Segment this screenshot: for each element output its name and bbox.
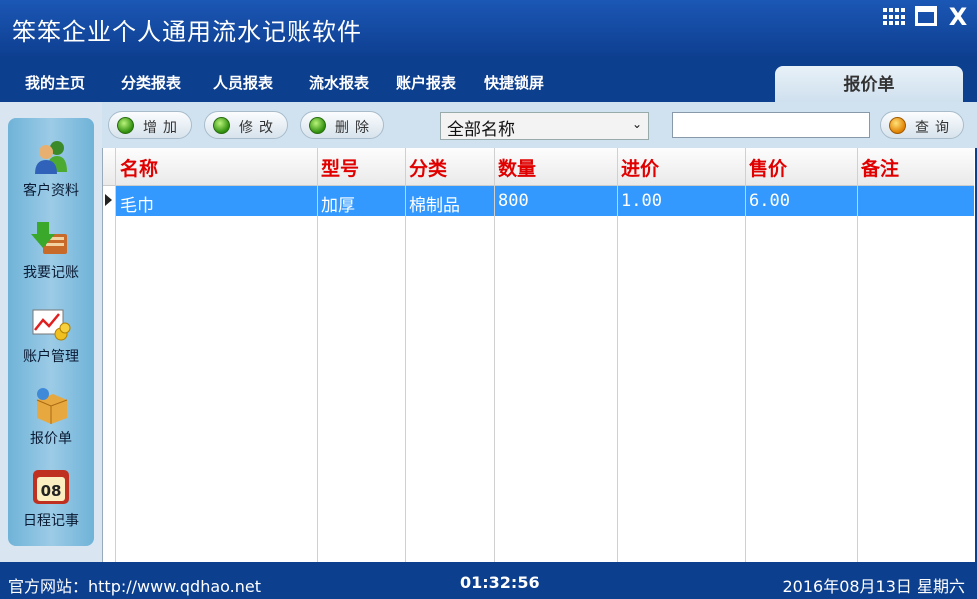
quote-box-icon <box>31 386 71 424</box>
green-dot-icon <box>213 117 230 134</box>
table-cell-quantity[interactable]: 800 <box>498 191 529 211</box>
sidebar: 客户资料 我要记账 账户管理 报价单 08 日程记事 <box>8 118 94 546</box>
calendar-icon: 08 <box>31 468 71 506</box>
customer-icon <box>31 138 71 176</box>
table-row[interactable] <box>115 186 974 216</box>
clock-time: 01:32:56 <box>460 573 540 592</box>
menu-item-flow-report[interactable]: 流水报表 <box>309 72 369 93</box>
add-button[interactable]: 增加 <box>108 111 192 139</box>
edit-button-label: 修改 <box>239 120 279 136</box>
column-header-model[interactable]: 型号 <box>321 154 359 181</box>
delete-button-label: 删除 <box>335 120 375 136</box>
menu-item-quick-lock[interactable]: 快捷锁屏 <box>484 72 544 93</box>
table-cell-model[interactable]: 加厚 <box>321 191 355 216</box>
query-button[interactable]: 查询 <box>880 111 964 139</box>
name-filter-select[interactable]: 全部名称 ⌄ <box>440 112 649 140</box>
delete-button[interactable]: 删除 <box>300 111 384 139</box>
column-divider <box>317 148 318 562</box>
sidebar-item-label: 报价单 <box>30 431 72 447</box>
maximize-icon[interactable] <box>915 6 937 26</box>
column-header-sale-price[interactable]: 售价 <box>749 154 787 181</box>
toolbar: 增加 修改 删除 全部名称 ⌄ 查询 <box>102 102 977 148</box>
menu-item-category-report[interactable]: 分类报表 <box>121 72 181 93</box>
quote-table: 名称 型号 分类 数量 进价 售价 备注 毛巾 加厚 棉制品 800 1.00 … <box>102 148 975 562</box>
column-header-name[interactable]: 名称 <box>120 154 158 181</box>
column-header-quantity[interactable]: 数量 <box>498 154 536 181</box>
menu-item-account-report[interactable]: 账户报表 <box>396 72 456 93</box>
sidebar-item-quote[interactable]: 报价单 <box>8 386 94 466</box>
sidebar-item-bookkeeping[interactable]: 我要记账 <box>8 220 94 300</box>
edit-button[interactable]: 修改 <box>204 111 288 139</box>
current-date: 2016年08月13日 星期六 <box>782 577 965 596</box>
tab-quote[interactable]: 报价单 <box>775 66 963 102</box>
account-chart-icon <box>31 304 71 342</box>
column-divider <box>745 148 746 562</box>
sidebar-item-label: 我要记账 <box>23 265 79 281</box>
column-header-category[interactable]: 分类 <box>409 154 447 181</box>
title-bar: 笨笨企业个人通用流水记账软件 X <box>0 0 977 56</box>
add-button-label: 增加 <box>143 120 183 136</box>
row-selector-icon <box>105 194 112 206</box>
window-controls: X <box>881 5 971 29</box>
column-divider <box>857 148 858 562</box>
bookkeeping-icon <box>31 220 71 258</box>
orange-dot-icon <box>889 117 906 134</box>
website-link[interactable]: 官方网站：http://www.qdhao.net <box>8 573 261 597</box>
green-dot-icon <box>309 117 326 134</box>
query-button-label: 查询 <box>915 120 955 136</box>
table-cell-category[interactable]: 棉制品 <box>409 191 460 216</box>
column-header-remarks[interactable]: 备注 <box>861 154 899 181</box>
sidebar-item-label: 账户管理 <box>23 349 79 365</box>
app-title: 笨笨企业个人通用流水记账软件 <box>12 18 362 46</box>
column-divider <box>617 148 618 562</box>
sidebar-item-schedule[interactable]: 08 日程记事 <box>8 468 94 548</box>
menu-grid-icon[interactable] <box>881 6 907 28</box>
sidebar-item-label: 日程记事 <box>23 513 79 529</box>
sidebar-item-label: 客户资料 <box>23 183 79 199</box>
menu-item-home[interactable]: 我的主页 <box>25 72 85 93</box>
sidebar-item-account-management[interactable]: 账户管理 <box>8 304 94 384</box>
column-divider <box>494 148 495 562</box>
name-filter-value: 全部名称 <box>447 120 515 140</box>
table-cell-purchase-price[interactable]: 1.00 <box>621 191 662 211</box>
calendar-day-number: 08 <box>41 482 62 500</box>
table-cell-sale-price[interactable]: 6.00 <box>749 191 790 211</box>
close-icon[interactable]: X <box>945 5 971 29</box>
sidebar-container: 客户资料 我要记账 账户管理 报价单 08 日程记事 <box>0 102 102 562</box>
table-header <box>103 148 974 186</box>
menu-item-staff-report[interactable]: 人员报表 <box>213 72 273 93</box>
search-input[interactable] <box>672 112 870 138</box>
status-bar: 官方网站：http://www.qdhao.net 01:32:56 2016年… <box>0 562 977 599</box>
column-divider <box>115 148 116 562</box>
column-divider <box>405 148 406 562</box>
column-header-purchase-price[interactable]: 进价 <box>621 154 659 181</box>
chevron-down-icon: ⌄ <box>631 117 642 131</box>
green-dot-icon <box>117 117 134 134</box>
table-cell-name[interactable]: 毛巾 <box>120 191 154 216</box>
sidebar-item-customers[interactable]: 客户资料 <box>8 138 94 218</box>
